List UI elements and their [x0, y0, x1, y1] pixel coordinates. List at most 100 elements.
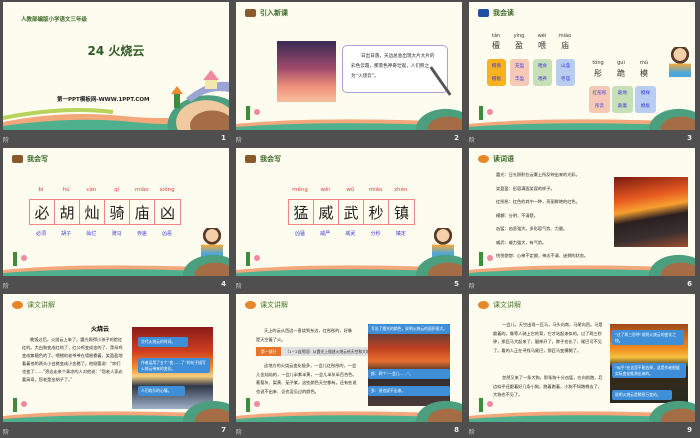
- word-card: 充盈 丰盈: [510, 59, 529, 86]
- passage-text: 这地方的火烧云变化极多，一会儿红彤彤的，一会儿金灿灿的，一会儿半紫半黄，一会儿半…: [256, 363, 357, 394]
- slide-thumbnail-9[interactable]: 课文讲解 一会儿，天空出现一匹马，马头向南，马尾向西。马是跪着的，像等人骑上它的…: [467, 292, 697, 438]
- word-card: 山庙 寺庙: [556, 59, 575, 86]
- pinyin: càn: [86, 187, 97, 193]
- character-grid: 猛威武秒镇: [288, 199, 415, 225]
- word: 山庙: [560, 63, 571, 69]
- reader-icon: [478, 155, 489, 163]
- annotation-callout: 作者运用了五个“变……了”的句子描写火烧云带来的变化。: [138, 358, 210, 373]
- slide-thumbnail-3[interactable]: 我会读 tán 檀檀香 檀板 yíng 盈充盈 丰盈 wèi 喂喂食 喂养 miào 庙山庙 寺庙 tó…: [467, 0, 697, 146]
- slide-thumbnail-8[interactable]: 课文讲解 天上的云从西边一直烧到东边，红彤彤的，好像是天空着了火。 第一部分 （1…: [234, 292, 464, 438]
- reader-icon: [478, 301, 489, 309]
- word: 寺庙: [136, 231, 147, 237]
- slide-thumbnail-2[interactable]: 引入新课 日出日落，天边总会出现大片大片的彩色云霞，那景色神奇壮观，人们称之为“…: [234, 0, 464, 146]
- slide-header: 我会写: [260, 155, 281, 163]
- ground-decoration: [236, 398, 462, 422]
- footer-label: 阶: [469, 283, 476, 290]
- annotation-callout: “过了两三秒钟”说明火烧云的变化之快。: [612, 330, 684, 345]
- slide-number: 1: [221, 134, 226, 142]
- slide-number: 7: [221, 426, 226, 434]
- word-card: 檀香 檀板: [487, 59, 506, 86]
- footer-label: 阶: [469, 429, 476, 436]
- footer-label: 阶: [3, 283, 10, 290]
- character-cell: 武: [339, 200, 364, 224]
- vocabulary-line: 模糊：分明；不清楚。: [496, 212, 538, 218]
- word: 檀香: [491, 63, 502, 69]
- character-cell: 庙: [130, 200, 155, 224]
- character: 彤: [594, 69, 602, 78]
- girl-reading-illustration: [669, 47, 691, 77]
- word: 喂养: [537, 77, 548, 83]
- slide-canvas: 读词语 霞光：日光照射在云雾上所反映出来的光彩。 笑盈盈：形容满面笑容的样子。 红彤…: [469, 148, 695, 276]
- slide-canvas: 我会写 měng wēi wǔ miǎo zhèn 猛威武秒镇凶猛 威严 威武 分秒 镇定: [236, 148, 462, 276]
- slide-number: 9: [687, 426, 692, 434]
- character-cell: 猛: [289, 200, 314, 224]
- passage-title: 火烧云: [91, 326, 110, 333]
- vocabulary-line: 霞光：日光照射在云雾上所反映出来的光彩。: [496, 172, 580, 177]
- character-cell: 灿: [80, 200, 105, 224]
- character-cell: 凶: [155, 200, 180, 224]
- word-card: 喂食 喂养: [533, 59, 552, 86]
- pinyin: miào: [558, 33, 572, 39]
- pinyin: wèi: [537, 33, 547, 39]
- hills-house-illustration: [3, 70, 229, 130]
- footer-label: 阶: [236, 429, 243, 436]
- slide-header: 引入新课: [260, 9, 288, 17]
- slide-thumbnail-6[interactable]: 读词语 霞光：日光照射在云雾上所反映出来的光彩。 笑盈盈：形容满面笑容的样子。 红彤…: [467, 146, 697, 292]
- annotation-callout: 写出了霞光的颜色，说明火烧云的面积很大。: [368, 324, 450, 334]
- pinyin: yíng: [513, 33, 525, 39]
- character: 喂: [538, 41, 546, 50]
- word: 必须: [35, 231, 46, 237]
- character: 模: [640, 69, 648, 78]
- slide-header: 我会读: [493, 9, 514, 17]
- passage-text: 一会儿，天空出现一匹马，马头向南，马尾向西。马是跪着的，像等人骑上它的背，它才站…: [493, 322, 603, 353]
- word: 灿烂: [86, 231, 97, 237]
- slide-number: 4: [221, 280, 226, 288]
- character-cell: 秒: [364, 200, 389, 224]
- character-cell: 镇: [389, 200, 414, 224]
- passage-text: 晚饭过后，火烧云上来了。霞光照得小孩子的脸红红的。大白狗变成红的了，红公鸡变成金…: [22, 337, 123, 382]
- annotation-callout: “似乎”在这里不能去掉，这是作者根据实际变化推测出来的。: [612, 363, 686, 378]
- slide-canvas: 课文讲解 一会儿，天空出现一匹马，马头向南，马尾向西。马是跪着的，像等人骑上它的…: [469, 294, 695, 422]
- passage-text: 天上的云从西边一直烧到东边，红彤彤的，好像是天空着了火。: [256, 328, 352, 342]
- slide-thumbnail-4[interactable]: 我会写 bì hú càn qí miào xiōng 必胡灿骑庙凶必须 胡子 灿烂 骑马 寺庙 凶恶…: [1, 146, 231, 292]
- character: 跪: [617, 69, 625, 78]
- slide-subtitle: 人教部编版小学语文三年级: [21, 17, 88, 23]
- slide-canvas: 人教部编版小学语文三年级 24 火烧云 第一PPT模板网-WWW.1PPT.CO…: [3, 2, 229, 130]
- character-grid: 必胡灿骑庙凶: [29, 199, 181, 225]
- slide-number: 5: [454, 280, 459, 288]
- word: 跪地: [617, 90, 628, 96]
- annotation-callout: 颜：四个“一会儿……”。: [368, 369, 450, 379]
- vocabulary-line: 红彤彤：红色的其中一种，亮丽鲜艳的红色。: [496, 199, 580, 204]
- pinyin: qí: [114, 187, 120, 193]
- word: 骑马: [111, 231, 122, 237]
- footer-label: 阶: [236, 137, 243, 144]
- ground-decoration: [469, 398, 695, 422]
- word: 模样: [640, 90, 651, 96]
- ground-decoration: [469, 106, 695, 130]
- pinyin: xiōng: [159, 187, 175, 193]
- slide-header: 课文讲解: [27, 301, 55, 309]
- word: 胡子: [61, 231, 72, 237]
- pinyin: guì: [617, 60, 625, 66]
- slide-thumbnail-7[interactable]: 课文讲解 火烧云 晚饭过后，火烧云上来了。霞光照得小孩子的脸红红的。大白狗变成红…: [1, 292, 231, 438]
- pinyin: tóng: [592, 60, 604, 66]
- slide-canvas: 我会写 bì hú càn qí miào xiōng 必胡灿骑庙凶必须 胡子 灿烂 骑马 寺庙 凶恶: [3, 148, 229, 276]
- pinyin: mú: [639, 60, 649, 66]
- pinyin: měng: [292, 187, 308, 193]
- pinyin: hú: [62, 187, 70, 193]
- part-label: 第一部分: [256, 347, 282, 356]
- footer-label: 阶: [469, 137, 476, 144]
- slide-header: 我会写: [27, 155, 48, 163]
- pinyin: zhèn: [394, 187, 408, 193]
- character-cell: 必: [30, 200, 55, 224]
- annotation-callout: 交代火烧云的时间。: [138, 337, 188, 347]
- ground-decoration: [236, 106, 462, 130]
- megaphone-icon: [478, 9, 489, 17]
- word: 寺庙: [560, 77, 571, 83]
- word: 充盈: [514, 63, 525, 69]
- slide-thumbnail-5[interactable]: 我会写 měng wēi wǔ miǎo zhèn 猛威武秒镇凶猛 威严 威武 分秒 镇定 阶5: [234, 146, 464, 292]
- slide-canvas: 课文讲解 火烧云 晚饭过后，火烧云上来了。霞光照得小孩子的脸红红的。大白狗变成红…: [3, 294, 229, 422]
- pinyin: tán: [491, 33, 501, 39]
- slide-thumbnail-1[interactable]: 人教部编版小学语文三年级 24 火烧云 第一PPT模板网-WWW.1PPT.CO…: [1, 0, 231, 146]
- slide-number: 3: [687, 134, 692, 142]
